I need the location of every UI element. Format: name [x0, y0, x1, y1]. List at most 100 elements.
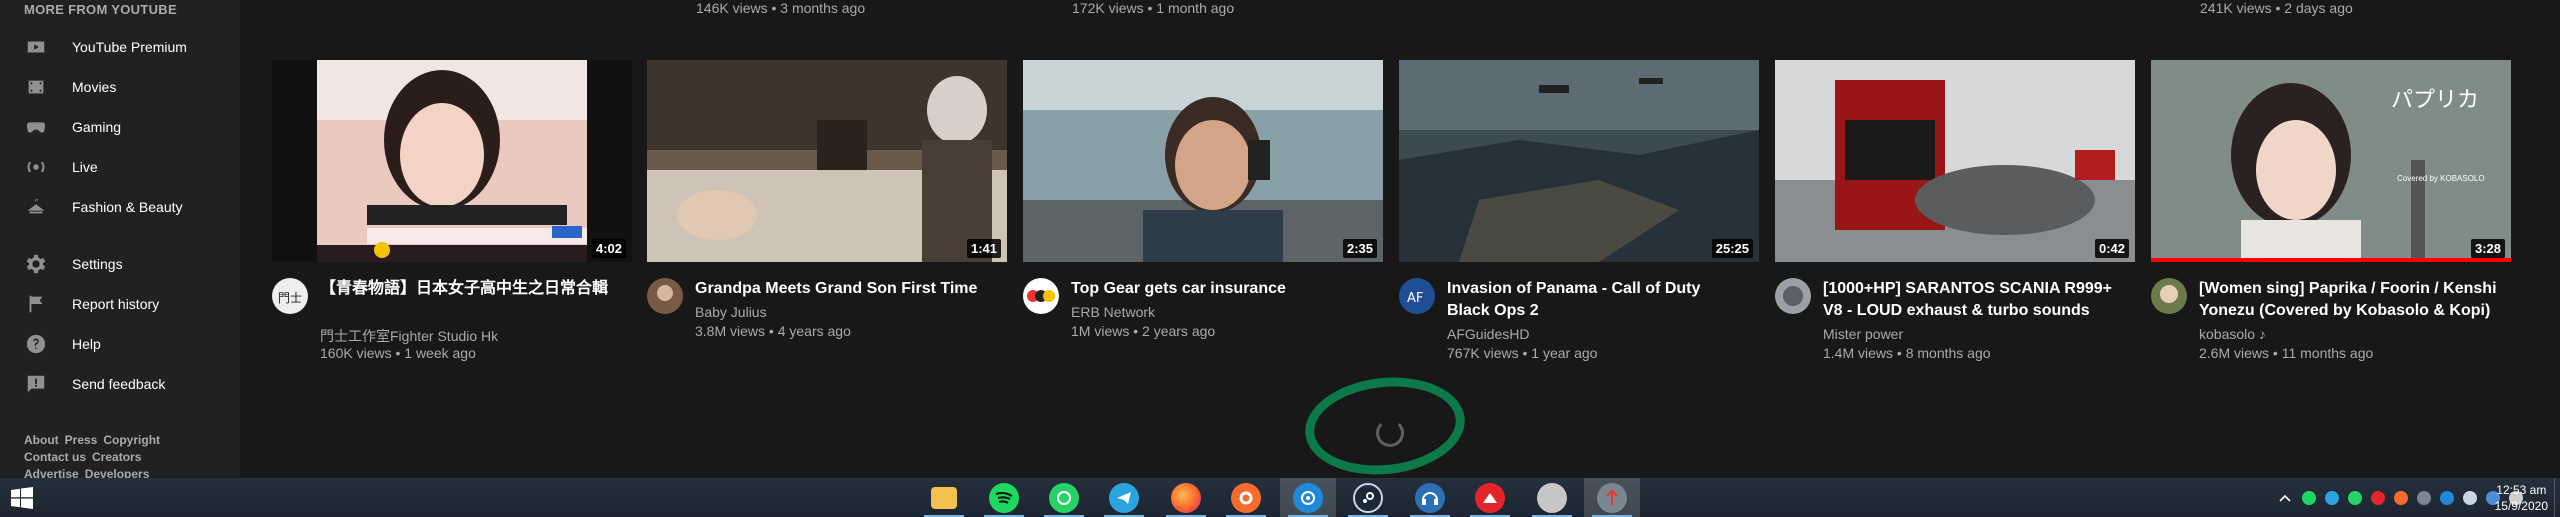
channel-avatar[interactable]: AF [1399, 278, 1435, 314]
uplay-tray-icon[interactable] [2440, 490, 2454, 505]
help-icon [24, 332, 48, 356]
telegram-icon[interactable] [1096, 478, 1152, 517]
video-thumbnail[interactable]: 1:41 [647, 60, 1007, 262]
video-title[interactable]: Grandpa Meets Grand Son First Time [695, 278, 995, 300]
movies-icon [24, 75, 48, 99]
origin-icon[interactable] [1218, 478, 1274, 517]
about-link[interactable]: About [24, 433, 59, 447]
duration-badge: 1:41 [966, 239, 1001, 258]
video-title[interactable]: Top Gear gets car insurance [1071, 278, 1371, 300]
video-card: 1:41 Grandpa Meets Grand Son First Time … [647, 60, 1007, 368]
headset-icon[interactable] [1402, 478, 1458, 517]
video-card: 0:42 [1000+HP] SARANTOS SCANIA R999+ V8 … [1775, 60, 2135, 368]
video-views: 160K views • 1 week ago [320, 345, 476, 361]
sidebar-item-youtube-premium[interactable]: YouTube Premium [0, 27, 240, 67]
channel-avatar[interactable] [647, 278, 683, 314]
video-title[interactable]: Invasion of Panama - Call of Duty Black … [1447, 278, 1747, 322]
channel-name[interactable]: ERB Network [1071, 304, 1155, 320]
telegram-tray-icon[interactable] [2325, 490, 2339, 505]
thumbnail-image [1399, 60, 1759, 262]
channel-name[interactable]: AFGuidesHD [1447, 326, 1529, 342]
sidebar-item-help[interactable]: Help [0, 324, 240, 364]
chevron-up-icon[interactable] [2278, 491, 2292, 505]
sidebar-item-gaming[interactable]: Gaming [0, 107, 240, 147]
press-link[interactable]: Press [65, 433, 98, 447]
duration-badge: 0:42 [2094, 239, 2129, 258]
sidebar-item-report-history[interactable]: Report history [0, 284, 240, 324]
clock-date: 15/9/2020 [2494, 499, 2548, 513]
sidebar-item-label: Settings [72, 256, 123, 272]
sidebar-item-live[interactable]: Live [0, 147, 240, 187]
game-app-icon[interactable] [1462, 478, 1518, 517]
channel-avatar[interactable]: 門士 [272, 278, 308, 314]
firefox-icon[interactable] [1158, 478, 1214, 517]
video-card: 2:35 Top Gear gets car insurance ERB Net… [1023, 60, 1383, 368]
video-title[interactable]: [1000+HP] SARANTOS SCANIA R999+ V8 - LOU… [1823, 278, 2123, 322]
copyright-link[interactable]: Copyright [103, 433, 160, 447]
video-views: 767K views • 1 year ago [1447, 345, 1598, 361]
thumbnail-text-sub: Covered by KOBASOLO [2397, 174, 2485, 183]
prev-row-views: 172K views • 1 month ago [1072, 0, 1235, 16]
video-card: 25:25 AF Invasion of Panama - Call of Du… [1399, 60, 1759, 368]
svg-text:AF: AF [1407, 291, 1423, 306]
sidebar-heading: MORE FROM YOUTUBE [24, 2, 177, 17]
fashion-icon [24, 195, 48, 219]
video-title[interactable]: [Women sing] Paprika / Foorin / Kenshi Y… [2199, 278, 2499, 322]
youtube-premium-icon [24, 35, 48, 59]
channel-avatar[interactable] [1775, 278, 1811, 314]
video-thumbnail[interactable]: 4:02 [272, 60, 632, 262]
uplay-icon[interactable] [1280, 478, 1336, 517]
whatsapp-icon[interactable] [1036, 478, 1092, 517]
show-desktop-button[interactable] [2554, 478, 2560, 517]
steam-tray-icon[interactable] [2463, 490, 2477, 505]
file-explorer-icon[interactable] [916, 478, 972, 517]
prev-row-views: 241K views • 2 days ago [2200, 0, 2353, 16]
creators-link[interactable]: Creators [92, 450, 141, 464]
sidebar-item-label: Help [72, 336, 101, 352]
clock-time: 12:53 am [2496, 483, 2547, 497]
video-views: 3.8M views • 4 years ago [695, 323, 851, 339]
developers-link[interactable]: Developers [85, 467, 150, 478]
app-active-icon[interactable] [1584, 478, 1640, 517]
channel-name[interactable]: Baby Julius [695, 304, 767, 320]
taskbar: 12:53 am 15/9/2020 [0, 478, 2560, 517]
origin-tray-icon[interactable] [2394, 490, 2408, 505]
sidebar-item-label: Report history [72, 296, 160, 312]
prev-row-views: 146K views • 3 months ago [696, 0, 866, 16]
video-title[interactable]: 【青春物語】日本女子高中生之日常合輯 [320, 278, 620, 300]
sidebar-item-label: YouTube Premium [72, 39, 187, 55]
video-thumbnail[interactable]: 0:42 [1775, 60, 2135, 262]
channel-name[interactable]: 門士工作室Fighter Studio Hk [320, 326, 498, 346]
app-icon[interactable] [1524, 478, 1580, 517]
sidebar-item-fashion-beauty[interactable]: Fashion & Beauty [0, 187, 240, 227]
sidebar-item-send-feedback[interactable]: Send feedback [0, 364, 240, 404]
spotify-icon[interactable] [976, 478, 1032, 517]
contact-link[interactable]: Contact us [24, 450, 86, 464]
video-thumbnail[interactable]: 25:25 [1399, 60, 1759, 262]
sidebar-item-movies[interactable]: Movies [0, 67, 240, 107]
channel-name[interactable]: Mister power [1823, 326, 1903, 342]
spotify-tray-icon[interactable] [2302, 490, 2316, 505]
video-thumbnail[interactable]: パプリカ Covered by KOBASOLO 3:28 [2151, 60, 2511, 262]
channel-name[interactable]: kobasolo ♪ [2199, 326, 2266, 342]
windows-start-icon[interactable] [10, 486, 34, 510]
sidebar-item-label: Live [72, 159, 98, 175]
advertise-link[interactable]: Advertise [24, 467, 79, 478]
svg-text:門士: 門士 [278, 291, 302, 305]
whatsapp-tray-icon[interactable] [2348, 490, 2362, 505]
thumbnail-text-title: パプリカ [2391, 88, 2480, 113]
gaming-icon [24, 115, 48, 139]
channel-avatar[interactable] [2151, 278, 2187, 314]
live-icon [24, 155, 48, 179]
loading-spinner-icon [1376, 419, 1404, 447]
sidebar: MORE FROM YOUTUBE YouTube Premium Movies… [0, 0, 240, 478]
gear-icon [24, 252, 48, 276]
sidebar-item-settings[interactable]: Settings [0, 244, 240, 284]
steam-icon[interactable] [1340, 478, 1396, 517]
video-thumbnail[interactable]: 2:35 [1023, 60, 1383, 262]
app-tray-icon[interactable] [2417, 490, 2431, 505]
video-views: 1M views • 2 years ago [1071, 323, 1216, 339]
taskbar-clock[interactable]: 12:53 am 15/9/2020 [2495, 482, 2548, 514]
game-tray-icon[interactable] [2371, 490, 2385, 505]
channel-avatar[interactable] [1023, 278, 1059, 314]
